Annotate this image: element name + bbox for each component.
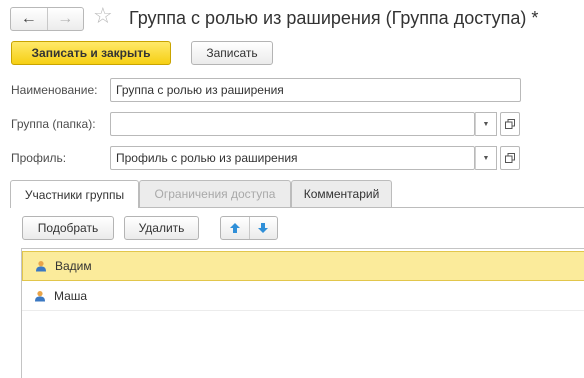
move-buttons — [220, 216, 278, 240]
table-row[interactable]: Вадим — [22, 251, 584, 281]
group-label: Группа (папка): — [11, 117, 96, 131]
member-name: Маша — [54, 288, 88, 303]
delete-button[interactable]: Удалить — [124, 216, 199, 240]
group-field[interactable] — [110, 112, 475, 136]
name-label: Наименование: — [11, 83, 98, 97]
member-name: Вадим — [55, 259, 92, 273]
forward-button[interactable]: → — [48, 8, 84, 30]
pick-button[interactable]: Подобрать — [22, 216, 114, 240]
save-button[interactable]: Записать — [191, 41, 273, 65]
back-button[interactable]: ← — [11, 8, 47, 30]
profile-label: Профиль: — [11, 151, 67, 165]
profile-field[interactable]: Профиль с ролью из раширения — [110, 146, 475, 170]
window-title: Группа с ролью из раширения (Группа дост… — [129, 8, 539, 28]
members-table: Вадим Маша — [21, 248, 584, 378]
move-down-button[interactable] — [250, 217, 278, 239]
profile-open-icon[interactable] — [500, 146, 520, 170]
arrow-up-icon — [229, 223, 240, 233]
user-icon — [35, 290, 45, 301]
tab-group-members[interactable]: Участники группы — [10, 180, 139, 208]
profile-dropdown-icon[interactable]: ▼ — [475, 146, 497, 170]
tab-access-restrictions[interactable]: Ограничения доступа — [139, 180, 291, 207]
tab-comment[interactable]: Комментарий — [291, 180, 392, 207]
save-and-close-button[interactable]: Записать и закрыть — [11, 41, 171, 65]
move-up-button[interactable] — [221, 217, 249, 239]
name-field[interactable]: Группа с ролью из раширения — [110, 78, 521, 102]
arrow-down-icon — [258, 223, 269, 233]
group-open-icon[interactable] — [500, 112, 520, 136]
user-icon — [36, 261, 46, 272]
favorite-star-icon[interactable]: ☆ — [93, 5, 113, 27]
navigation-buttons: ← → — [10, 7, 84, 31]
group-dropdown-icon[interactable]: ▼ — [475, 112, 497, 136]
table-row[interactable]: Маша — [22, 281, 584, 311]
